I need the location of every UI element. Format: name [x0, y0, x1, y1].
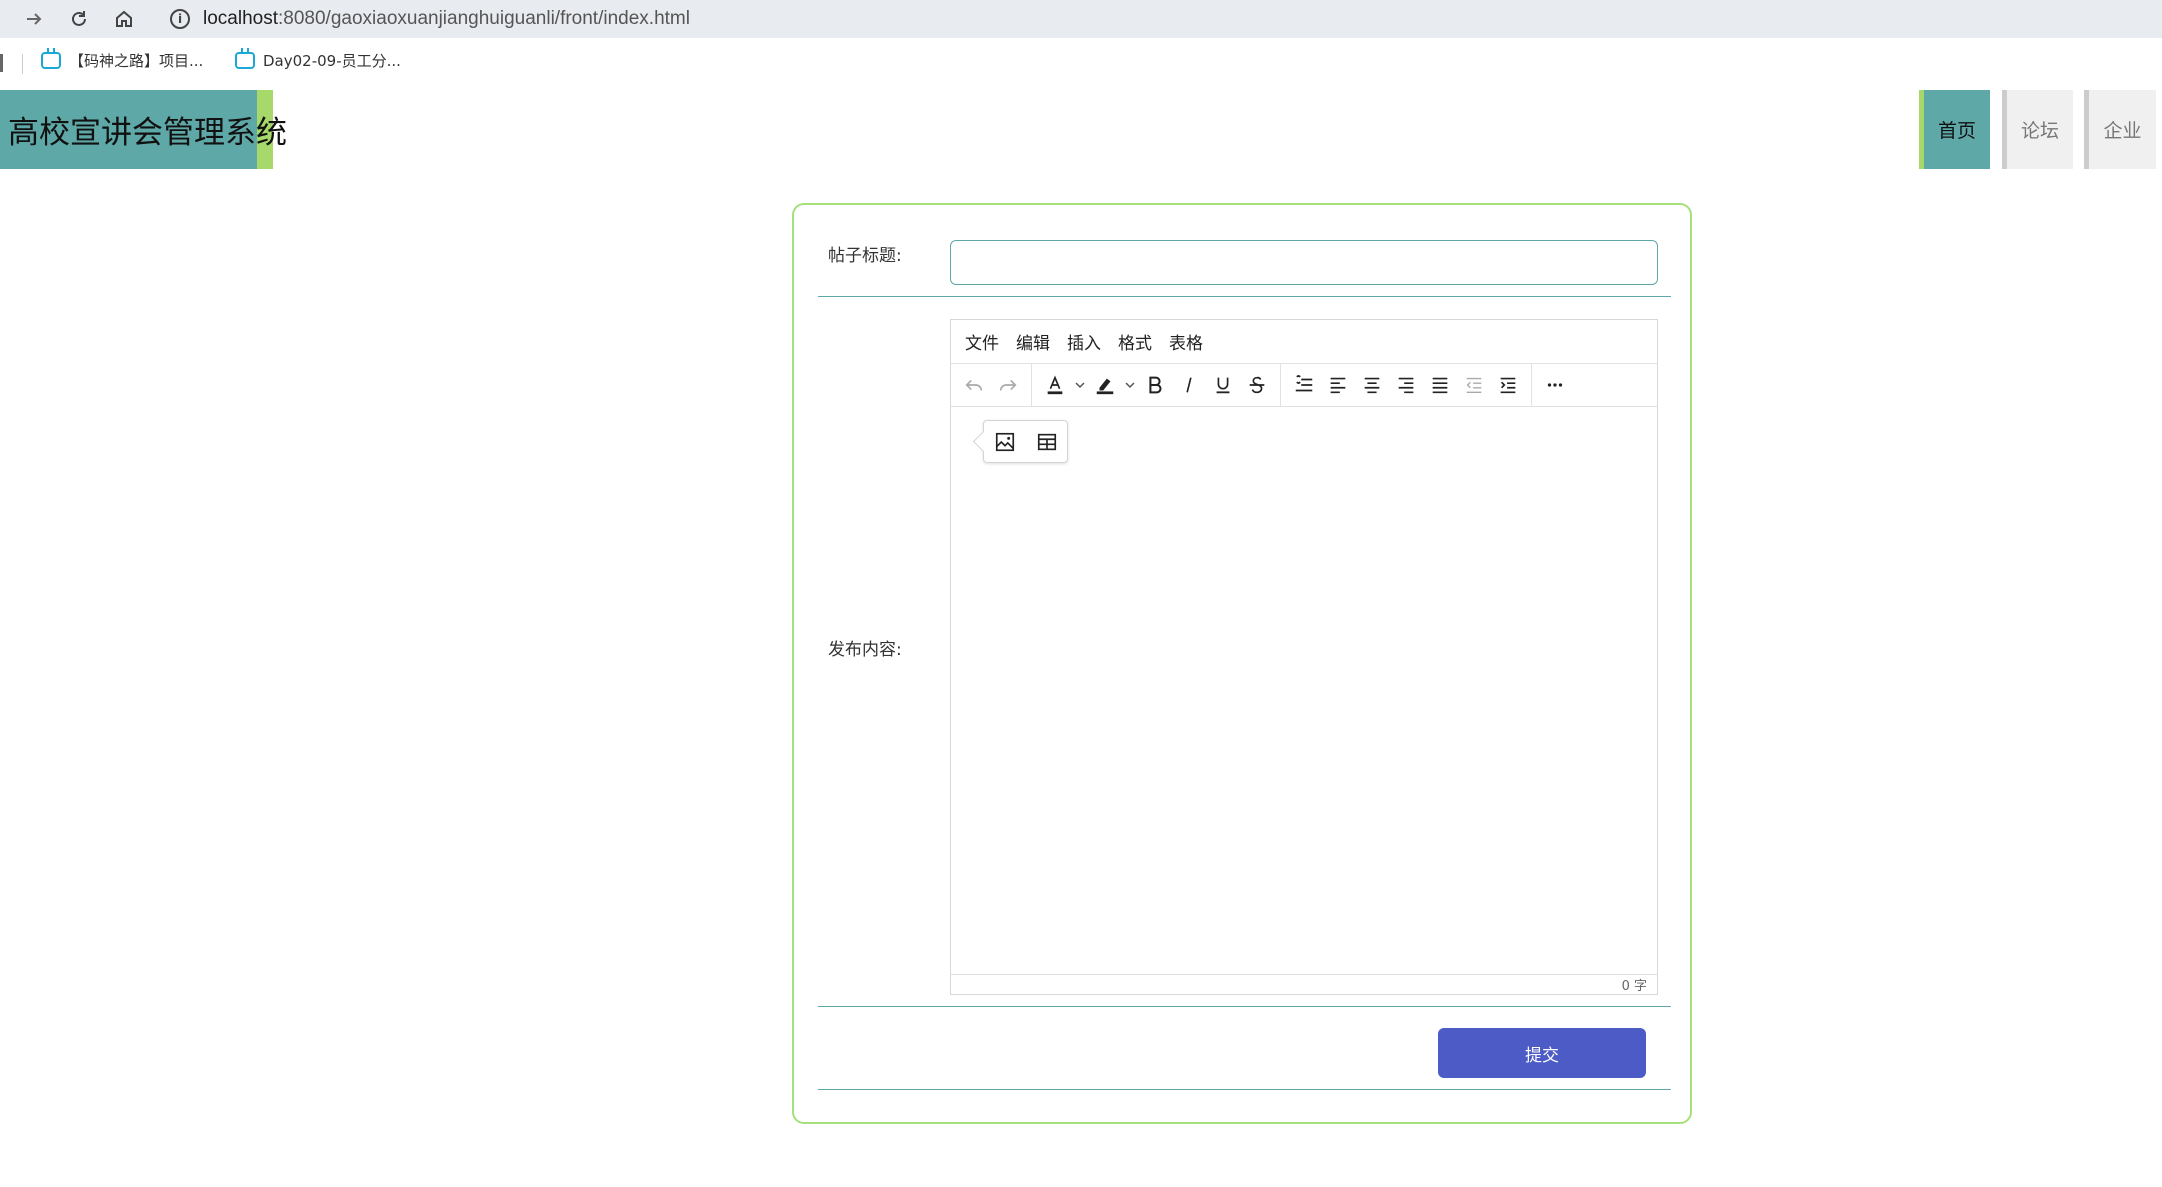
outdent-icon[interactable]	[1457, 368, 1491, 402]
submit-button[interactable]: 提交	[1438, 1028, 1646, 1078]
bilibili-icon	[41, 48, 61, 69]
bookmark-item[interactable]: Day02-09-员工分...	[235, 48, 401, 71]
bookmarks-bar: 【码神之路】项目... Day02-09-员工分...	[0, 46, 2162, 84]
chevron-down-icon[interactable]	[1072, 368, 1088, 402]
line-height-icon[interactable]	[1287, 368, 1321, 402]
editor-statusbar: 0 字	[951, 974, 1657, 994]
row-divider	[818, 1006, 1671, 1007]
undo-icon[interactable]	[957, 368, 991, 402]
bold-icon[interactable]	[1138, 368, 1172, 402]
menu-format[interactable]: 格式	[1118, 329, 1152, 354]
align-left-icon[interactable]	[1321, 368, 1355, 402]
underline-icon[interactable]	[1206, 368, 1240, 402]
bookmark-separator	[22, 54, 23, 74]
align-group	[1281, 364, 1532, 406]
highlight-icon[interactable]	[1088, 368, 1122, 402]
align-center-icon[interactable]	[1355, 368, 1389, 402]
table-icon[interactable]	[1030, 425, 1064, 459]
text-color-icon[interactable]	[1038, 368, 1072, 402]
row-divider	[818, 1089, 1671, 1090]
site-title-banner: 高校宣讲会管理系统	[0, 90, 287, 169]
chevron-down-icon[interactable]	[1122, 368, 1138, 402]
italic-icon[interactable]	[1172, 368, 1206, 402]
address-bar[interactable]: i localhost:8080/gaoxiaoxuanjianghuiguan…	[160, 2, 2162, 36]
url-host: localhost	[203, 8, 278, 29]
bilibili-icon	[235, 48, 255, 69]
indent-icon[interactable]	[1491, 368, 1525, 402]
editor-menubar: 文件 编辑 插入 格式 表格	[951, 320, 1657, 363]
url-path: :8080/gaoxiaoxuanjianghuiguanli/front/in…	[278, 8, 690, 29]
more-group	[1532, 364, 1578, 406]
format-group	[1032, 364, 1281, 406]
align-justify-icon[interactable]	[1423, 368, 1457, 402]
quick-insert-toolbar	[983, 420, 1068, 463]
menu-insert[interactable]: 插入	[1067, 329, 1101, 354]
bookmark-overflow-icon[interactable]	[0, 54, 4, 72]
reload-icon[interactable]	[65, 5, 93, 33]
nav-home[interactable]: 首页	[1919, 90, 1990, 169]
align-right-icon[interactable]	[1389, 368, 1423, 402]
menu-edit[interactable]: 编辑	[1016, 329, 1050, 354]
word-count: 0 字	[1621, 979, 1647, 994]
home-icon[interactable]	[110, 5, 138, 33]
menu-file[interactable]: 文件	[965, 329, 999, 354]
site-title: 高校宣讲会管理系统	[8, 115, 287, 151]
image-icon[interactable]	[988, 425, 1022, 459]
bookmark-label: Day02-09-员工分...	[263, 52, 401, 70]
editor-toolbar	[951, 363, 1657, 407]
rich-text-editor: 文件 编辑 插入 格式 表格 0 字	[950, 319, 1658, 995]
bookmark-label: 【码神之路】项目...	[69, 52, 204, 70]
nav-company[interactable]: 企业	[2084, 90, 2156, 169]
post-title-label: 帖子标题:	[828, 246, 902, 266]
post-title-input[interactable]	[950, 240, 1658, 285]
site-info-icon[interactable]: i	[170, 9, 190, 29]
strikethrough-icon[interactable]	[1240, 368, 1274, 402]
history-group	[951, 364, 1032, 406]
nav-forum[interactable]: 论坛	[2002, 90, 2073, 169]
menu-table[interactable]: 表格	[1169, 329, 1203, 354]
row-divider	[818, 296, 1671, 297]
url-text: localhost:8080/gaoxiaoxuanjianghuiguanli…	[203, 8, 690, 30]
redo-icon[interactable]	[991, 368, 1025, 402]
editor-content-area[interactable]	[951, 408, 1657, 975]
bookmark-item[interactable]: 【码神之路】项目...	[41, 48, 204, 71]
browser-toolbar: i localhost:8080/gaoxiaoxuanjianghuiguan…	[0, 0, 2162, 38]
post-form-card: 帖子标题: 发布内容: 文件 编辑 插入 格式 表格 0 字 提交	[792, 203, 1692, 1124]
post-content-label: 发布内容:	[828, 640, 902, 660]
more-icon[interactable]	[1538, 368, 1572, 402]
forward-icon[interactable]	[20, 5, 48, 33]
